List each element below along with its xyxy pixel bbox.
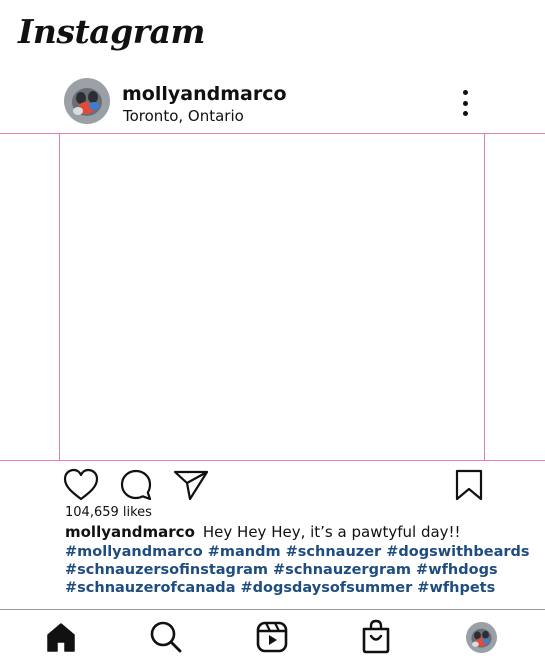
heart-icon[interactable]: [63, 468, 99, 502]
caption-text: Hey Hey Hey, it’s a pawtyful day!!: [202, 523, 461, 541]
profile-avatar[interactable]: [466, 622, 497, 653]
home-icon[interactable]: [45, 621, 77, 653]
post-image[interactable]: [60, 134, 484, 460]
likes-count[interactable]: 104,659 likes: [65, 505, 152, 520]
hashtag-line[interactable]: #schnauzersofinstagram #schnauzergram #w…: [65, 562, 498, 578]
bookmark-icon[interactable]: [455, 469, 483, 501]
search-icon[interactable]: [149, 620, 183, 654]
send-icon[interactable]: [173, 469, 209, 501]
post-username[interactable]: mollyandmarco: [122, 83, 287, 105]
hashtag-line[interactable]: #mollyandmarco #mandm #schnauzer #dogswi…: [65, 544, 530, 560]
reels-icon[interactable]: [256, 621, 288, 653]
more-options-icon[interactable]: [456, 90, 474, 116]
comment-icon[interactable]: [119, 468, 153, 502]
caption: mollyandmarco Hey Hey Hey, it’s a pawtyfu…: [65, 523, 461, 541]
caption-username[interactable]: mollyandmarco: [65, 523, 195, 541]
instagram-logo: Instagram: [18, 12, 205, 51]
image-bottom-border: [0, 460, 545, 461]
shop-icon[interactable]: [360, 619, 392, 654]
hashtag-line[interactable]: #schnauzerofcanada #dogsdaysofsummer #wf…: [65, 580, 495, 596]
bottom-nav-divider: [0, 609, 545, 610]
image-right-border: [484, 134, 485, 460]
post-avatar[interactable]: [64, 78, 110, 124]
post-location[interactable]: Toronto, Ontario: [123, 107, 244, 125]
